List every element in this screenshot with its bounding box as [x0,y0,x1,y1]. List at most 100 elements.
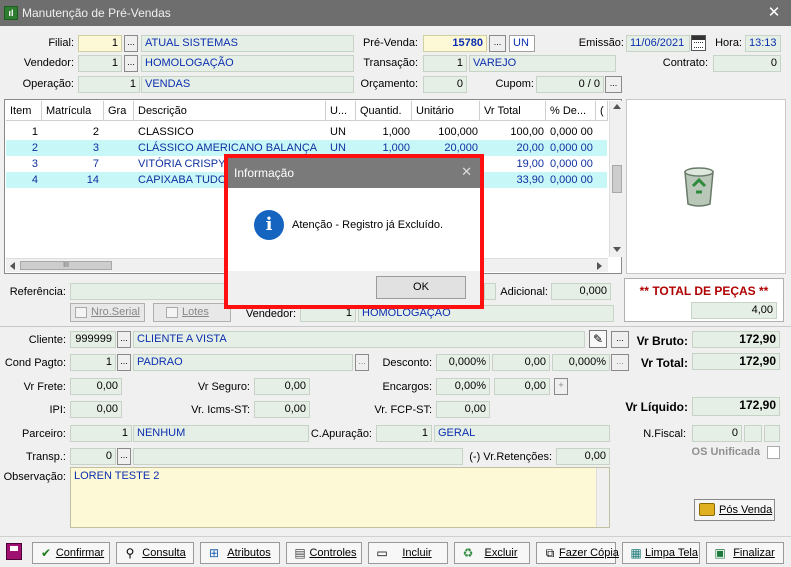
hora-field[interactable]: 13:13 [745,35,781,52]
dialog-body: i Atenção - Registro já Excluído. [228,188,480,271]
transp-name-field [133,448,463,465]
clear-screen-icon: ▦ [630,546,642,560]
prevenda-unit-field: UN [509,35,535,52]
desconto-pct2-field[interactable]: 0,000% [552,354,610,371]
hscroll-thumb[interactable]: III [20,261,112,270]
vrfrete-field[interactable]: 0,00 [70,378,122,395]
operacao-code-field[interactable]: 1 [78,76,140,93]
transp-code-field[interactable]: 0 [70,448,116,465]
client-card-icon[interactable]: ✎ [589,330,607,348]
ipi-field[interactable]: 0,00 [70,401,122,418]
nro-serial-button[interactable]: Nro.Serial [70,303,145,322]
cell-descricao: CLASSICO [138,126,194,138]
fazercopia-button[interactable]: ⧉ Fazer Cópia [536,542,619,564]
col-header-quantid[interactable]: Quantid. [356,101,412,121]
cupom-lookup-button[interactable]: ... [605,76,622,93]
prevenda-lookup-button[interactable]: ... [489,35,506,52]
osunificada-checkbox[interactable] [767,446,780,459]
capuracao-code-field[interactable]: 1 [376,425,432,442]
col-header-item[interactable]: Item [6,101,42,121]
vrbruto-field: 172,90 [692,331,780,348]
col-header-unitario[interactable]: Unitário [412,101,480,121]
excluir-button[interactable]: ♻ Excluir [454,542,530,564]
consulta-button[interactable]: ⚲ Consulta [116,542,194,564]
scroll-down-icon[interactable] [613,247,621,252]
scroll-right-icon[interactable] [597,262,602,270]
vendedor-lookup-button[interactable]: ... [124,55,138,72]
encargos-pct-field[interactable]: 0,00% [436,378,490,395]
vendedor-code-field[interactable]: 1 [78,55,122,72]
table-row[interactable]: 1 2 CLASSICO UN 1,000 100,000 100,00 0,0… [6,124,607,140]
cell-desconto: 0,000 00 [550,126,593,138]
ipi-label: IPI: [49,404,66,416]
dialog-close-icon[interactable]: ✕ [461,164,472,180]
dialog-title-bar: Informação ✕ [228,158,480,188]
limpatela-button[interactable]: ▦ Limpa Tela [622,542,700,564]
icmsst-field[interactable]: 0,00 [254,401,310,418]
cell-desconto: 0,000 00 [550,158,593,170]
atributos-button[interactable]: ⊞ Atributos [200,542,280,564]
col-header-descricao[interactable]: Descrição [134,101,326,121]
calendar-icon[interactable] [691,35,706,51]
parceiro-label: Parceiro: [21,428,66,440]
scroll-left-icon[interactable] [10,262,15,270]
save-disk-icon[interactable] [6,543,22,560]
prevenda-label: Pré-Venda: [362,37,418,49]
finalizar-button[interactable]: ▣ Finalizar [706,542,784,564]
cell-item: 1 [31,126,38,138]
condpagto-more-button[interactable]: ... [355,354,369,371]
col-header-gra[interactable]: Gra [104,101,134,121]
posvenda-button[interactable]: Pós Venda [694,499,775,521]
observacao-label: Observação: [3,471,66,483]
fcpst-field[interactable]: 0,00 [436,401,490,418]
cliente-lookup-button[interactable]: ... [117,331,131,348]
desconto-pct-field[interactable]: 0,000% [436,354,490,371]
ok-button[interactable]: OK [376,276,466,299]
scroll-up-icon[interactable] [613,104,621,109]
adicional-field[interactable]: 0,000 [551,283,611,300]
emissao-field[interactable]: 11/06/2021 [626,35,690,52]
desconto-value-field[interactable]: 0,00 [492,354,550,371]
condpagto-code-field[interactable]: 1 [70,354,116,371]
grid-vertical-scrollbar[interactable] [609,101,623,257]
referencia-field[interactable] [70,283,230,300]
cell-vrtotal: 33,90 [516,174,544,186]
retencoes-field[interactable]: 0,00 [556,448,610,465]
col-header-desconto[interactable]: % De... [546,101,596,121]
transp-lookup-button[interactable]: ... [117,448,131,465]
title-bar: ıl Manutenção de Pré-Vendas ✕ [0,0,791,26]
transacao-code-field[interactable]: 1 [423,55,467,72]
filial-label: Filial: [48,37,74,49]
observacao-scrollbar[interactable] [596,468,609,527]
controles-button[interactable]: ▤ Controles [286,542,362,564]
lotes-button[interactable]: Lotes [153,303,231,322]
cliente-code-field[interactable]: 999999 [70,331,116,348]
encargos-add-button[interactable]: + [554,378,568,395]
confirmar-button[interactable]: ✔ Confirmar [32,542,110,564]
col-header-extra[interactable]: ( [596,101,608,121]
encargos-value-field[interactable]: 0,00 [494,378,550,395]
close-icon[interactable]: ✕ [764,3,784,21]
condpagto-lookup-button[interactable]: ... [117,354,131,371]
vscroll-thumb[interactable] [612,165,622,193]
bottom-toolbar: ✔ Confirmar ⚲ Consulta ⊞ Atributos ▤ Control… [0,536,791,567]
col-header-un[interactable]: U... [326,101,356,121]
col-header-vrtotal[interactable]: Vr Total [480,101,546,121]
col-header-matricula[interactable]: Matrícula [42,101,104,121]
cell-un: UN [330,126,346,138]
vendedor-label: Vendedor: [23,57,74,69]
orcamento-field[interactable]: 0 [423,76,467,93]
filial-code-field[interactable]: 1 [78,35,122,52]
app-icon: ıl [4,6,18,20]
dialog-footer: OK [228,271,480,305]
cell-desconto: 0,000 00 [550,142,593,154]
observacao-textarea[interactable]: LOREN TESTE 2 [70,467,610,528]
vrseguro-field[interactable]: 0,00 [254,378,310,395]
cell-desconto: 0,000 00 [550,174,593,186]
contrato-field[interactable]: 0 [713,55,781,72]
filial-lookup-button[interactable]: ... [124,35,138,52]
incluir-button[interactable]: ▭ Incluir [368,542,448,564]
copy-icon: ⧉ [545,546,555,560]
prevenda-number-field[interactable]: 15780 [423,35,487,52]
parceiro-code-field[interactable]: 1 [70,425,132,442]
